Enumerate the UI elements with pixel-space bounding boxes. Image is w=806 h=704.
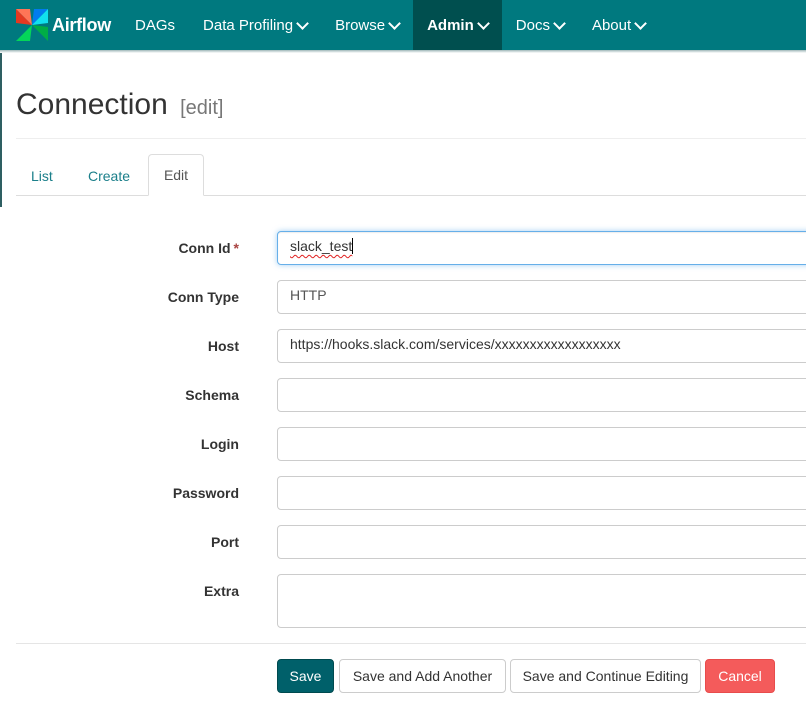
title-divider	[16, 138, 806, 139]
tab-label: Edit	[163, 167, 189, 183]
airflow-pinwheel-icon	[14, 7, 50, 43]
conn-id-value: slack_test	[290, 238, 353, 254]
conn-type-label: Conn Type	[167, 289, 239, 305]
nav-item-label: DAGs	[135, 16, 176, 34]
nav-item-label: Admin	[427, 16, 474, 34]
port-input[interactable]	[277, 525, 806, 559]
chevron-down-icon	[553, 16, 566, 30]
conn-type-value: HTTP	[290, 287, 327, 303]
page-subtitle: [edit]	[180, 97, 224, 119]
nav-item-about[interactable]: About	[578, 0, 659, 50]
login-label: Login	[200, 436, 239, 452]
nav-item-dags[interactable]: DAGs	[121, 0, 189, 50]
chevron-down-icon	[476, 16, 490, 30]
nav-item-label: About	[591, 16, 632, 34]
tab-label: List	[31, 168, 53, 184]
tab-label: Create	[88, 168, 131, 184]
navbar-shadow	[0, 50, 806, 53]
save-button[interactable]: Save	[277, 659, 334, 693]
conn-id-input[interactable]: slack_test	[277, 231, 806, 265]
text-caret	[352, 238, 354, 254]
host-input[interactable]: https://hooks.slack.com/services/xxxxxxx…	[277, 329, 806, 363]
schema-input[interactable]	[277, 378, 806, 412]
save-and-add-another-button[interactable]: Save and Add Another	[339, 659, 506, 693]
brand-logo-link[interactable]: Airflow	[14, 6, 111, 44]
chevron-down-icon	[296, 16, 309, 30]
nav-item-label: Docs	[515, 16, 550, 34]
tab-list[interactable]: List	[31, 156, 53, 196]
nav-item-admin[interactable]: Admin	[413, 0, 502, 50]
chevron-down-icon	[388, 16, 401, 30]
port-label: Port	[211, 534, 239, 550]
tab-edit[interactable]: Edit	[148, 154, 204, 196]
host-value: https://hooks.slack.com/services/xxxxxxx…	[290, 336, 621, 352]
password-input[interactable]	[277, 476, 806, 510]
extra-textarea[interactable]	[277, 574, 806, 628]
tab-create[interactable]: Create	[88, 156, 130, 196]
main-nav: DAGs Data Profiling Browse Admin Docs Ab…	[121, 0, 659, 50]
form-actions-divider	[16, 643, 806, 644]
conn-type-select[interactable]: HTTP	[277, 280, 806, 314]
page-title-text: Connection	[16, 88, 168, 121]
nav-item-data-profiling[interactable]: Data Profiling	[189, 0, 321, 50]
brand-name: Airflow	[52, 14, 111, 35]
conn-id-label: Conn Id *	[178, 240, 239, 256]
nav-item-browse[interactable]: Browse	[321, 0, 413, 50]
password-label: Password	[172, 485, 239, 501]
tabs-baseline	[16, 195, 806, 196]
chevron-down-icon	[634, 16, 648, 30]
left-edge-bar	[0, 53, 2, 207]
required-marker: *	[233, 240, 239, 256]
save-and-continue-editing-button[interactable]: Save and Continue Editing	[510, 659, 701, 693]
host-label: Host	[207, 338, 239, 354]
nav-item-label: Data Profiling	[203, 16, 294, 34]
login-input[interactable]	[277, 427, 806, 461]
conn-id-label-text: Conn Id	[178, 240, 231, 256]
nav-item-label: Browse	[335, 16, 386, 34]
extra-label: Extra	[203, 583, 239, 599]
nav-item-docs[interactable]: Docs	[502, 0, 578, 50]
cancel-button[interactable]: Cancel	[705, 659, 775, 693]
schema-label: Schema	[185, 387, 239, 403]
top-navbar: Airflow DAGs Data Profiling Browse Admin…	[0, 0, 806, 50]
page-title: Connection [edit]	[16, 88, 223, 122]
